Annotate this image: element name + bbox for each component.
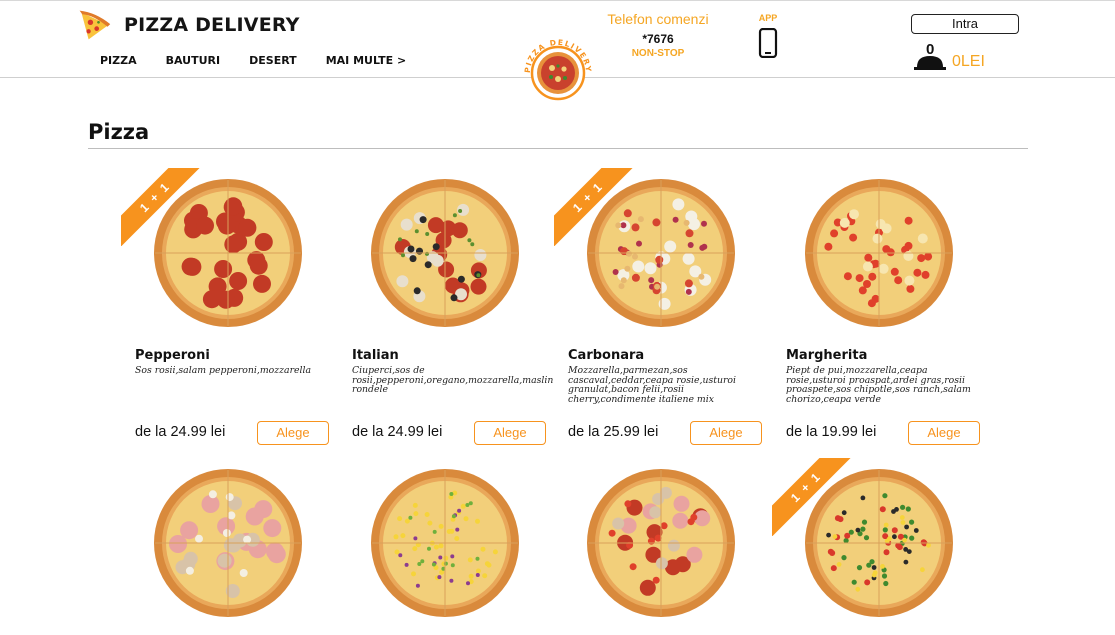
product-name[interactable]: Carbonara [568,348,644,363]
cart-total: 0LEI [952,53,985,70]
pizza-image[interactable] [370,468,520,618]
login-button[interactable]: Intra [911,14,1019,34]
product-name[interactable]: Margherita [786,348,867,363]
cloche-icon [914,56,946,70]
choose-button[interactable]: Alege [908,421,980,445]
choose-button[interactable]: Alege [257,421,329,445]
choose-button[interactable]: Alege [690,421,762,445]
brand-logo[interactable]: PIZZA DELIVERY [76,7,300,43]
section-title: Pizza [88,120,150,144]
product-price: de la 24.99 lei [135,424,226,440]
promo-ribbon-label: 1 + 1 [121,168,201,246]
pizza-image[interactable] [153,468,303,618]
product-name[interactable]: Italian [352,348,399,363]
section-divider [88,148,1028,149]
product-price: de la 19.99 lei [786,424,877,440]
promo-ribbon: 1 + 1 [554,168,634,246]
pizza-slice-icon [79,10,111,40]
nav-item-desert[interactable]: DESERT [249,54,297,67]
promo-ribbon: 1 + 1 [121,168,201,246]
brand-name: PIZZA DELIVERY [124,14,300,36]
main-nav: PIZZA BAUTURI DESERT MAI MULTE > [100,54,435,67]
product-description: Ciuperci,sos de rosii,pepperoni,oregano,… [352,365,554,396]
nav-item-bauturi[interactable]: BAUTURI [166,54,221,67]
promo-ribbon: 1 + 1 [772,458,852,536]
phone-number[interactable]: *7676 [598,32,718,46]
promo-ribbon-label: 1 + 1 [554,168,634,246]
site-header: PIZZA DELIVERY PIZZA BAUTURI DESERT MAI … [0,0,1115,101]
choose-button[interactable]: Alege [474,421,546,445]
product-description: Mozzarella,parmezan,sos cascaval,ceddar,… [568,365,736,405]
phone-order-block[interactable]: Telefon comenzi *7676 NON-STOP [598,11,718,59]
pizza-image[interactable] [586,468,736,618]
product-price: de la 25.99 lei [568,424,659,440]
product-name[interactable]: Pepperoni [135,348,210,363]
phone-hours: NON-STOP [631,48,685,59]
app-link[interactable]: APP [752,13,784,63]
product-description: Sos rosii,salam pepperoni,mozzarella [135,365,312,376]
promo-ribbon-label: 1 + 1 [772,458,852,536]
pizza-image[interactable] [370,178,520,328]
pizza-delivery-badge[interactable]: PIZZA DELIVERY [518,35,598,105]
phone-title: Telefon comenzi [607,11,709,27]
nav-item-mai-multe[interactable]: MAI MULTE > [326,54,407,67]
product-description: Piept de pui,mozzarella,ceapa rosie,ustu… [786,365,971,405]
app-label: APP [758,13,778,23]
pizza-image[interactable] [804,178,954,328]
nav-item-pizza[interactable]: PIZZA [100,54,137,67]
cart-widget[interactable]: 0 0LEI [914,41,1024,73]
smartphone-icon [758,27,778,59]
product-price: de la 24.99 lei [352,424,443,440]
